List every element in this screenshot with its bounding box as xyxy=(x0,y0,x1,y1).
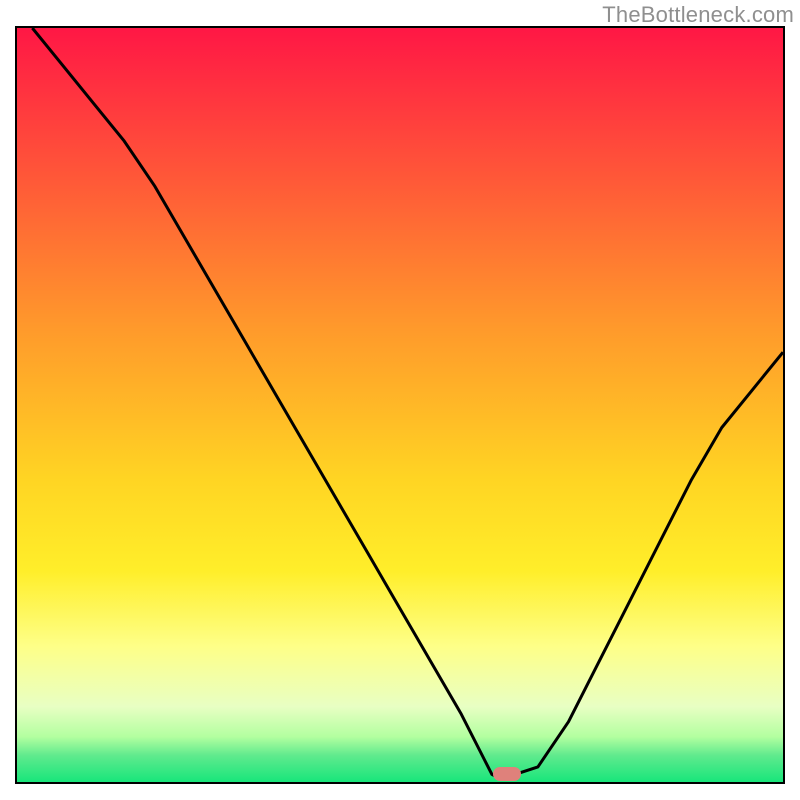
watermark-text: TheBottleneck.com xyxy=(602,2,794,28)
chart-stage: TheBottleneck.com xyxy=(0,0,800,800)
plot-area xyxy=(17,28,783,782)
optimum-marker xyxy=(493,767,521,781)
bottleneck-curve xyxy=(17,28,783,782)
curve-path xyxy=(32,28,783,778)
